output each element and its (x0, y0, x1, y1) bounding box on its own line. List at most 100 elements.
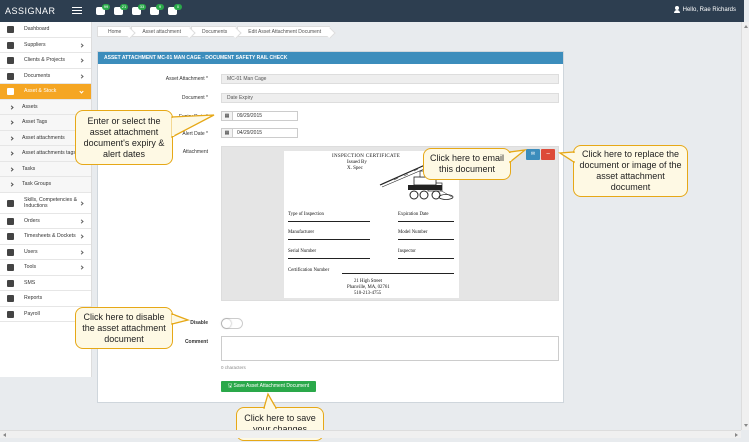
messages-icon[interactable]: 21 (114, 4, 128, 15)
notification-badge: 99 (102, 4, 110, 10)
callout-email: Click here to email this document (423, 148, 511, 180)
horizontal-scrollbar[interactable] (0, 430, 741, 438)
breadcrumb-asset-attachment[interactable]: Asset attachment (131, 26, 190, 37)
sidebar-item-clients-projects[interactable]: Clients & Projects (0, 53, 91, 69)
app-frame: ASSIGNAR 99 21 33 9 0 Hello, Rae Richard… (0, 0, 749, 442)
table-icon (7, 233, 14, 240)
manufacturer-label: Manufacturer (288, 230, 315, 235)
app-logo[interactable]: ASSIGNAR (5, 6, 56, 16)
document-field: Date Expiry (221, 93, 559, 103)
model-number-label: Model Number (398, 230, 428, 235)
sitemap-icon (7, 41, 14, 49)
divider (398, 258, 454, 259)
user-greeting[interactable]: Hello, Rae Richards (683, 7, 736, 13)
sidebar-item-dashboard[interactable]: Dashboard (0, 22, 91, 38)
mobile-icon (7, 279, 14, 287)
serial-number-label: Serial Number (288, 249, 317, 254)
comment-textarea[interactable] (221, 336, 559, 361)
sidebar-item-skills[interactable]: Skills, Competencies & Inductions (0, 193, 91, 214)
notifications-icon[interactable]: 99 (96, 4, 110, 15)
sidebar-item-users[interactable]: Users (0, 245, 91, 260)
sidebar-item-asset-stock[interactable]: Asset & Stock (0, 84, 91, 100)
sidebar-subitem-task-groups[interactable]: Task Groups (0, 177, 91, 193)
document-icon (7, 72, 14, 80)
sidebar-item-documents[interactable]: Documents (0, 69, 91, 84)
sidebar-item-tools[interactable]: Tools (0, 260, 91, 276)
callout-disable: Click here to disable the asset attachme… (75, 307, 173, 349)
divider (288, 221, 370, 222)
chevron-right-icon (79, 218, 84, 224)
chevron-down-icon (79, 89, 84, 94)
sidebar-item-timesheets[interactable]: Timesheets & Dockets (0, 229, 91, 245)
save-button[interactable]: 🖫 Save Asset Attachment Document (221, 381, 316, 392)
calendar-icon (7, 217, 14, 225)
calendar-icon[interactable]: ▦ (222, 112, 233, 120)
breadcrumb: Home Asset attachment Documents Edit Ass… (97, 26, 331, 37)
chevron-right-icon (79, 58, 84, 63)
asset-attachment-label: Asset Attachment * (165, 76, 208, 82)
expiry-date-input[interactable]: ▦ 09/29/2015 (221, 111, 298, 121)
divider (342, 273, 454, 274)
scroll-right-icon[interactable] (735, 433, 738, 437)
graduation-cap-icon (7, 199, 14, 207)
notification-badge: 33 (138, 4, 146, 10)
breadcrumb-current: Edit Asset Attachment Document (237, 26, 331, 37)
disable-toggle[interactable] (221, 318, 243, 329)
callout-arrow (508, 149, 528, 164)
certificate-address-1: 21 High Street (354, 279, 382, 284)
breadcrumb-documents[interactable]: Documents (190, 26, 237, 37)
notification-badge: 21 (120, 4, 128, 10)
chevron-right-icon (79, 265, 84, 270)
alert-date-input[interactable]: ▦ 04/29/2015 (221, 128, 298, 138)
cubes-icon (7, 88, 14, 95)
breadcrumb-home[interactable]: Home (97, 26, 131, 37)
divider (288, 239, 370, 240)
chevron-right-icon (79, 73, 84, 79)
top-bar: ASSIGNAR 99 21 33 9 0 Hello, Rae Richard… (0, 0, 744, 22)
tasks-icon[interactable]: 33 (132, 4, 146, 15)
briefcase-icon (7, 57, 14, 64)
scroll-down-icon[interactable] (744, 424, 748, 427)
inspector-label: Inspector (398, 249, 416, 254)
calendar-icon[interactable]: ▦ (222, 129, 233, 137)
asset-attachment-field: MC-01 Man Cage (221, 74, 559, 84)
callout-dates: Enter or select the asset attachment doc… (75, 110, 173, 165)
vertical-scrollbar[interactable] (741, 22, 749, 430)
user-icon[interactable] (674, 6, 680, 13)
divider (288, 258, 370, 259)
sidebar-subitem-tasks[interactable]: Tasks (0, 161, 91, 177)
callout-arrow (171, 114, 215, 139)
users-icon (7, 248, 14, 256)
expiration-date-label: Expiration Date (398, 212, 429, 217)
sidebar-item-reports[interactable]: Reports (0, 291, 91, 307)
edit-document-panel: ASSET ATTACHMENT MC-01 MAN CAGE - DOCUME… (97, 51, 564, 403)
character-count: 0 characters (221, 365, 246, 370)
certification-number-label: Certification Number (288, 268, 330, 273)
divider (398, 239, 454, 240)
notification-badge: 9 (156, 4, 164, 10)
sidebar-item-suppliers[interactable]: Suppliers (0, 38, 91, 53)
divider (398, 221, 454, 222)
chevron-right-icon (79, 42, 84, 48)
chevron-right-icon (79, 234, 84, 239)
chevron-right-icon (79, 249, 84, 255)
scroll-up-icon[interactable] (744, 25, 748, 28)
notification-badge: 0 (174, 4, 182, 10)
panel-title: ASSET ATTACHMENT MC-01 MAN CAGE - DOCUME… (98, 52, 563, 64)
callout-replace: Click here to replace the document or im… (573, 145, 688, 197)
sidebar-item-orders[interactable]: Orders (0, 214, 91, 229)
document-label: Document * (181, 95, 208, 101)
callout-arrow (171, 313, 191, 325)
dashboard-icon (7, 26, 14, 33)
requests-icon[interactable]: 0 (168, 4, 182, 15)
remove-document-button[interactable]: − (541, 149, 555, 160)
menu-toggle-icon[interactable] (72, 5, 82, 15)
wrench-icon (7, 264, 14, 271)
scroll-left-icon[interactable] (3, 433, 6, 437)
certificate-phone: 510-213-4755 (354, 291, 382, 296)
type-of-inspection-label: Type of Inspection (288, 212, 324, 217)
certificate-issuer: X. Spec (347, 166, 363, 171)
callout-arrow (263, 392, 278, 410)
alerts-icon[interactable]: 9 (150, 4, 164, 15)
sidebar-item-sms[interactable]: SMS (0, 276, 91, 291)
